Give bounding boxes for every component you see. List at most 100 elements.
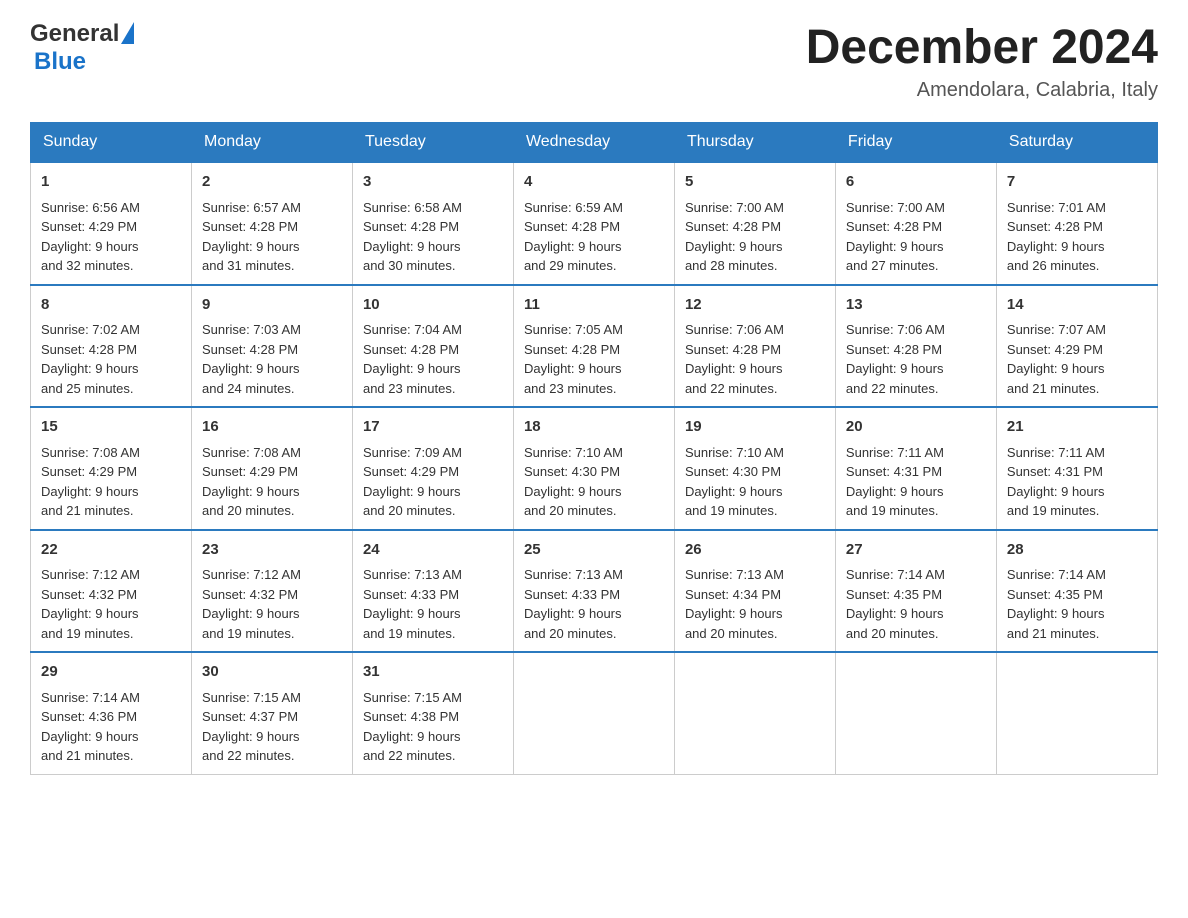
day-cell: 8 Sunrise: 7:02 AMSunset: 4:28 PMDayligh… [31,285,192,408]
day-info: Sunrise: 6:56 AMSunset: 4:29 PMDaylight:… [41,200,140,274]
day-number: 14 [1007,294,1147,317]
day-number: 4 [524,171,664,194]
day-number: 30 [202,661,342,684]
day-cell: 10 Sunrise: 7:04 AMSunset: 4:28 PMDaylig… [352,285,513,408]
day-info: Sunrise: 7:06 AMSunset: 4:28 PMDaylight:… [685,322,784,396]
day-cell: 24 Sunrise: 7:13 AMSunset: 4:33 PMDaylig… [352,530,513,653]
day-info: Sunrise: 7:05 AMSunset: 4:28 PMDaylight:… [524,322,623,396]
day-info: Sunrise: 7:08 AMSunset: 4:29 PMDaylight:… [41,445,140,519]
day-number: 8 [41,294,181,317]
day-cell: 15 Sunrise: 7:08 AMSunset: 4:29 PMDaylig… [31,407,192,530]
column-header-thursday: Thursday [674,123,835,163]
day-info: Sunrise: 7:03 AMSunset: 4:28 PMDaylight:… [202,322,301,396]
day-cell: 19 Sunrise: 7:10 AMSunset: 4:30 PMDaylig… [674,407,835,530]
calendar-title-block: December 2024 Amendolara, Calabria, Ital… [806,20,1158,102]
week-row-3: 15 Sunrise: 7:08 AMSunset: 4:29 PMDaylig… [31,407,1158,530]
day-info: Sunrise: 7:11 AMSunset: 4:31 PMDaylight:… [1007,445,1105,519]
day-cell: 12 Sunrise: 7:06 AMSunset: 4:28 PMDaylig… [674,285,835,408]
column-header-saturday: Saturday [996,123,1157,163]
day-info: Sunrise: 7:12 AMSunset: 4:32 PMDaylight:… [202,567,301,641]
day-cell: 18 Sunrise: 7:10 AMSunset: 4:30 PMDaylig… [513,407,674,530]
day-info: Sunrise: 7:10 AMSunset: 4:30 PMDaylight:… [685,445,784,519]
day-cell [835,652,996,774]
day-number: 21 [1007,416,1147,439]
day-cell: 11 Sunrise: 7:05 AMSunset: 4:28 PMDaylig… [513,285,674,408]
day-cell: 13 Sunrise: 7:06 AMSunset: 4:28 PMDaylig… [835,285,996,408]
day-cell: 22 Sunrise: 7:12 AMSunset: 4:32 PMDaylig… [31,530,192,653]
day-info: Sunrise: 7:14 AMSunset: 4:36 PMDaylight:… [41,690,140,764]
week-row-5: 29 Sunrise: 7:14 AMSunset: 4:36 PMDaylig… [31,652,1158,774]
day-info: Sunrise: 7:06 AMSunset: 4:28 PMDaylight:… [846,322,945,396]
logo-general-text: General [30,20,119,48]
day-cell: 28 Sunrise: 7:14 AMSunset: 4:35 PMDaylig… [996,530,1157,653]
day-number: 6 [846,171,986,194]
day-number: 15 [41,416,181,439]
week-row-2: 8 Sunrise: 7:02 AMSunset: 4:28 PMDayligh… [31,285,1158,408]
day-info: Sunrise: 7:04 AMSunset: 4:28 PMDaylight:… [363,322,462,396]
day-info: Sunrise: 7:14 AMSunset: 4:35 PMDaylight:… [846,567,945,641]
day-cell: 20 Sunrise: 7:11 AMSunset: 4:31 PMDaylig… [835,407,996,530]
day-cell: 17 Sunrise: 7:09 AMSunset: 4:29 PMDaylig… [352,407,513,530]
column-header-tuesday: Tuesday [352,123,513,163]
column-header-friday: Friday [835,123,996,163]
column-header-monday: Monday [191,123,352,163]
day-number: 24 [363,539,503,562]
day-cell: 23 Sunrise: 7:12 AMSunset: 4:32 PMDaylig… [191,530,352,653]
day-number: 9 [202,294,342,317]
day-info: Sunrise: 7:11 AMSunset: 4:31 PMDaylight:… [846,445,944,519]
day-cell: 9 Sunrise: 7:03 AMSunset: 4:28 PMDayligh… [191,285,352,408]
day-number: 12 [685,294,825,317]
days-header-row: SundayMondayTuesdayWednesdayThursdayFrid… [31,123,1158,163]
day-number: 16 [202,416,342,439]
day-number: 7 [1007,171,1147,194]
location-subtitle: Amendolara, Calabria, Italy [806,79,1158,102]
day-info: Sunrise: 7:07 AMSunset: 4:29 PMDaylight:… [1007,322,1106,396]
day-info: Sunrise: 7:01 AMSunset: 4:28 PMDaylight:… [1007,200,1106,274]
day-info: Sunrise: 7:15 AMSunset: 4:38 PMDaylight:… [363,690,462,764]
day-number: 11 [524,294,664,317]
day-cell: 4 Sunrise: 6:59 AMSunset: 4:28 PMDayligh… [513,162,674,285]
day-cell: 1 Sunrise: 6:56 AMSunset: 4:29 PMDayligh… [31,162,192,285]
day-info: Sunrise: 6:57 AMSunset: 4:28 PMDaylight:… [202,200,301,274]
day-cell [674,652,835,774]
logo: General Blue [30,20,134,76]
day-info: Sunrise: 6:59 AMSunset: 4:28 PMDaylight:… [524,200,623,274]
column-header-wednesday: Wednesday [513,123,674,163]
day-number: 22 [41,539,181,562]
day-cell: 30 Sunrise: 7:15 AMSunset: 4:37 PMDaylig… [191,652,352,774]
day-info: Sunrise: 7:00 AMSunset: 4:28 PMDaylight:… [685,200,784,274]
day-info: Sunrise: 7:02 AMSunset: 4:28 PMDaylight:… [41,322,140,396]
logo-blue-text: Blue [34,48,86,76]
day-number: 1 [41,171,181,194]
day-number: 29 [41,661,181,684]
day-number: 3 [363,171,503,194]
day-number: 18 [524,416,664,439]
day-cell [513,652,674,774]
day-cell: 31 Sunrise: 7:15 AMSunset: 4:38 PMDaylig… [352,652,513,774]
day-number: 19 [685,416,825,439]
day-cell: 2 Sunrise: 6:57 AMSunset: 4:28 PMDayligh… [191,162,352,285]
day-info: Sunrise: 6:58 AMSunset: 4:28 PMDaylight:… [363,200,462,274]
day-info: Sunrise: 7:13 AMSunset: 4:33 PMDaylight:… [524,567,623,641]
day-cell: 16 Sunrise: 7:08 AMSunset: 4:29 PMDaylig… [191,407,352,530]
week-row-4: 22 Sunrise: 7:12 AMSunset: 4:32 PMDaylig… [31,530,1158,653]
day-cell: 5 Sunrise: 7:00 AMSunset: 4:28 PMDayligh… [674,162,835,285]
day-cell: 7 Sunrise: 7:01 AMSunset: 4:28 PMDayligh… [996,162,1157,285]
day-cell: 21 Sunrise: 7:11 AMSunset: 4:31 PMDaylig… [996,407,1157,530]
day-number: 28 [1007,539,1147,562]
day-cell: 3 Sunrise: 6:58 AMSunset: 4:28 PMDayligh… [352,162,513,285]
day-info: Sunrise: 7:00 AMSunset: 4:28 PMDaylight:… [846,200,945,274]
column-header-sunday: Sunday [31,123,192,163]
day-number: 17 [363,416,503,439]
calendar-table: SundayMondayTuesdayWednesdayThursdayFrid… [30,122,1158,775]
day-info: Sunrise: 7:13 AMSunset: 4:34 PMDaylight:… [685,567,784,641]
day-number: 27 [846,539,986,562]
day-number: 23 [202,539,342,562]
day-cell: 29 Sunrise: 7:14 AMSunset: 4:36 PMDaylig… [31,652,192,774]
day-number: 5 [685,171,825,194]
day-cell: 27 Sunrise: 7:14 AMSunset: 4:35 PMDaylig… [835,530,996,653]
day-info: Sunrise: 7:12 AMSunset: 4:32 PMDaylight:… [41,567,140,641]
day-number: 26 [685,539,825,562]
day-info: Sunrise: 7:10 AMSunset: 4:30 PMDaylight:… [524,445,623,519]
day-cell [996,652,1157,774]
